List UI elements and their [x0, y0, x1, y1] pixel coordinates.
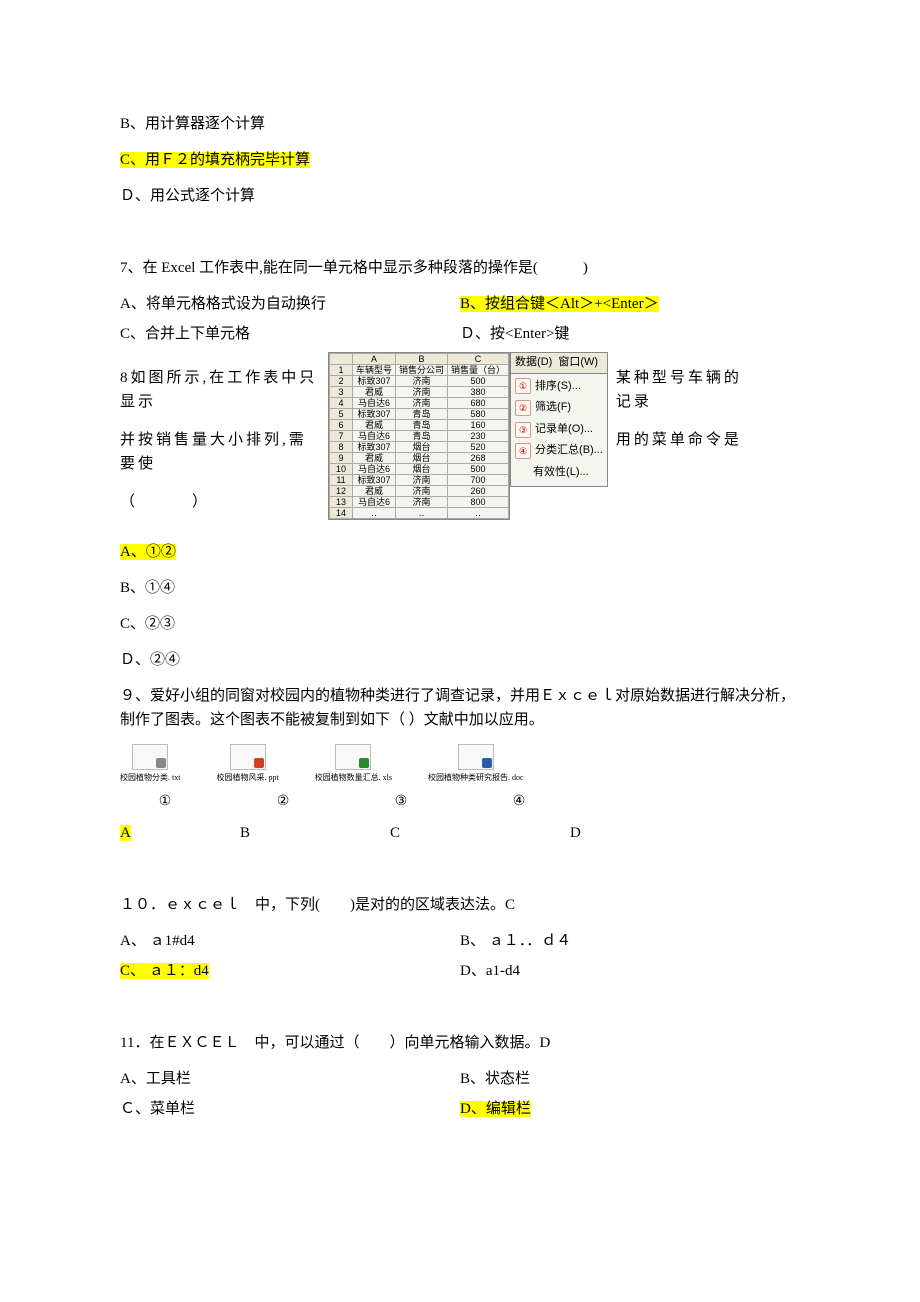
q11-a: A、工具栏 [120, 1067, 460, 1091]
q11: 11．在ＥＸＣＥＬ 中，可以通过（ ）向单元格输入数据。D [120, 1031, 800, 1055]
file-txt-icon: 校园植物分类. txt [120, 744, 180, 785]
excel-sheet-image: A B C 1车辆型号销售分公司销售量（台） 2标致307济南500 3君威济南… [329, 353, 509, 519]
q7-a: A、将单元格格式设为自动换行 [120, 292, 460, 316]
q7-d: Ｄ、按<Enter>键 [460, 322, 569, 346]
q9-c: C [390, 821, 570, 845]
q8-p3: （ ） [120, 490, 320, 514]
q11-b: B、状态栏 [460, 1067, 530, 1091]
file-doc-icon: 校园植物种类研究报告. doc [428, 744, 524, 785]
q10-b: B、 ａ１．．ｄ４ [460, 929, 571, 953]
q8-r2: 用的菜单命令是 [616, 428, 744, 452]
q10-c: C、 ａ１：d4 [120, 963, 209, 979]
file-xls-icon: 校园植物数量汇总. xls [315, 744, 392, 785]
q11-d: D、编辑栏 [460, 1101, 531, 1117]
q7-row2: C、合并上下单元格 Ｄ、按<Enter>键 [120, 322, 800, 346]
menu-image: 数据(D) 窗口(W) ①排序(S)... ②筛选(F) ③记录单(O)... … [510, 352, 608, 487]
q8-a: A、①② [120, 540, 800, 564]
q8-p2: 并按销售量大小排列,需要使 [120, 428, 320, 476]
file-number-row: ① ② ③ ④ [120, 791, 800, 813]
q8-r1: 某种型号车辆的记录 [616, 366, 744, 414]
option-c: C、用Ｆ２的填充柄完毕计算 [120, 148, 800, 172]
q9-d: D [570, 821, 581, 845]
q11-row2: Ｃ、菜单栏 D、编辑栏 [120, 1097, 800, 1121]
q8-b: B、①④ [120, 576, 800, 600]
q7-row1: A、将单元格格式设为自动换行 B、按组合键＜Alt＞+<Enter＞ [120, 292, 800, 316]
q7: 7、在 Excel 工作表中,能在同一单元格中显示多种段落的操作是( ) [120, 256, 800, 280]
q7-b: B、按组合键＜Alt＞+<Enter＞ [460, 296, 659, 312]
q8-c: C、②③ [120, 612, 800, 636]
option-d: Ｄ、用公式逐个计算 [120, 184, 800, 208]
q9-b: B [240, 821, 390, 845]
option-b: B、用计算器逐个计算 [120, 112, 800, 136]
q9-options: A B C D [120, 821, 800, 845]
q9-a: A [120, 825, 131, 841]
q10-row2: C、 ａ１：d4 D、a1-d4 [120, 959, 800, 983]
q11-c: Ｃ、菜单栏 [120, 1097, 460, 1121]
file-ppt-icon: 校园植物风采. ppt [216, 744, 278, 785]
q7-c: C、合并上下单元格 [120, 322, 460, 346]
q11-row1: A、工具栏 B、状态栏 [120, 1067, 800, 1091]
q8-p1: 8如图所示,在工作表中只显示 [120, 366, 320, 414]
q9: ９、爱好小组的同窗对校园内的植物种类进行了调查记录，并用Ｅｘｃｅｌ对原始数据进行… [120, 684, 800, 732]
q8-d: Ｄ、②④ [120, 648, 800, 672]
q10-d: D、a1-d4 [460, 959, 520, 983]
q10-row1: A、 ａ1#d4 B、 ａ１．．ｄ４ [120, 929, 800, 953]
file-icons-row: 校园植物分类. txt 校园植物风采. ppt 校园植物数量汇总. xls 校园… [120, 744, 800, 785]
q10-a: A、 ａ1#d4 [120, 929, 460, 953]
q10: １０．ｅｘｃｅｌ 中，下列( )是对的的区域表达法。C [120, 893, 800, 917]
